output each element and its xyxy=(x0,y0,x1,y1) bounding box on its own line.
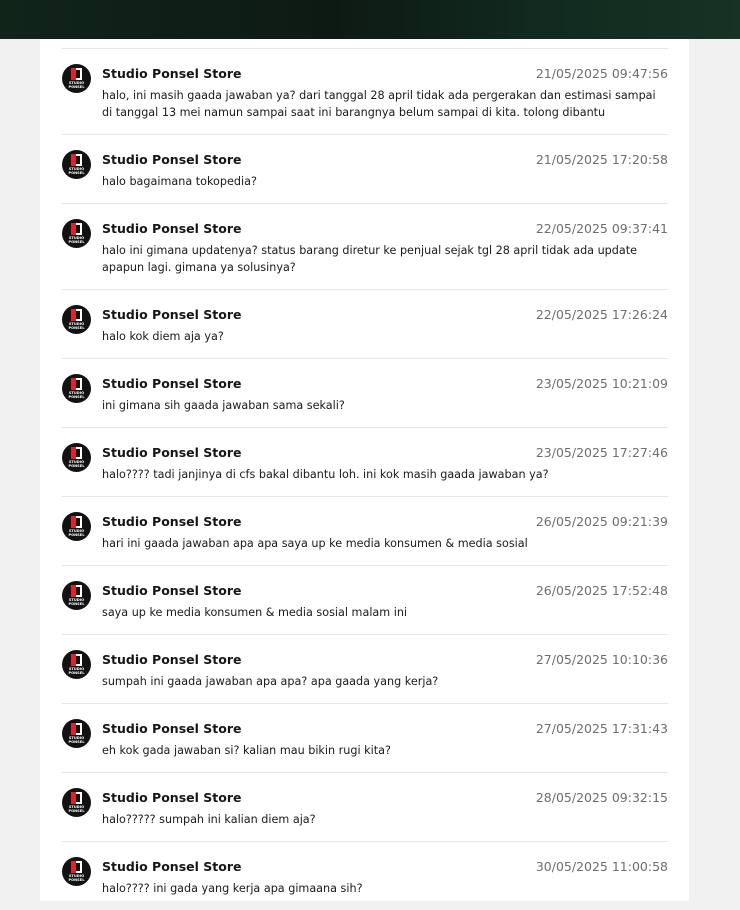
svg-text:PONSEL: PONSEL xyxy=(68,602,85,606)
message-timestamp: 21/05/2025 09:47:56 xyxy=(535,66,668,81)
message-timestamp: 23/05/2025 10:21:09 xyxy=(535,376,668,391)
message-item: STUDIO PONSEL Studio Ponsel Store 26/05/… xyxy=(62,565,668,634)
avatar[interactable]: STUDIO PONSEL xyxy=(62,64,91,93)
message-text: halo ini gimana updatenya? status barang… xyxy=(102,244,638,274)
message-text: saya up ke media konsumen & media sosial… xyxy=(102,606,408,619)
message-text: halo bagaimana tokopedia? xyxy=(102,175,257,188)
studio-ponsel-logo-icon: STUDIO PONSEL xyxy=(68,223,85,244)
studio-ponsel-logo-icon: STUDIO PONSEL xyxy=(68,723,85,744)
message-item: STUDIO PONSEL Studio Ponsel Store 23/05/… xyxy=(62,427,668,496)
message-timestamp: 22/05/2025 17:26:24 xyxy=(535,307,668,322)
message-timestamp: 26/05/2025 09:21:39 xyxy=(535,514,668,529)
svg-text:PONSEL: PONSEL xyxy=(68,740,85,744)
svg-text:PONSEL: PONSEL xyxy=(68,395,85,399)
sender-name: Studio Ponsel Store xyxy=(102,307,242,322)
message-timestamp: 23/05/2025 17:27:46 xyxy=(535,445,668,460)
sender-name: Studio Ponsel Store xyxy=(102,221,242,236)
studio-ponsel-logo-icon: STUDIO PONSEL xyxy=(68,309,85,330)
message-timestamp: 22/05/2025 09:37:41 xyxy=(535,221,668,236)
message-item: STUDIO PONSEL Studio Ponsel Store 22/05/… xyxy=(62,289,668,358)
studio-ponsel-logo-icon: STUDIO PONSEL xyxy=(68,861,85,882)
sender-name: Studio Ponsel Store xyxy=(102,583,242,598)
message-text: halo, ini masih gaada jawaban ya? dari t… xyxy=(102,89,656,119)
message-text: halo kok diem aja ya? xyxy=(102,330,224,343)
svg-text:PONSEL: PONSEL xyxy=(68,85,85,89)
message-item: STUDIO PONSEL Studio Ponsel Store 21/05/… xyxy=(62,48,668,134)
studio-ponsel-logo-icon: STUDIO PONSEL xyxy=(68,378,85,399)
top-header-bar xyxy=(0,0,740,39)
avatar[interactable]: STUDIO PONSEL xyxy=(62,788,91,817)
message-timestamp: 30/05/2025 11:00:58 xyxy=(535,859,668,874)
message-item: STUDIO PONSEL Studio Ponsel Store 23/05/… xyxy=(62,358,668,427)
message-item: STUDIO PONSEL Studio Ponsel Store 28/05/… xyxy=(62,772,668,841)
avatar[interactable]: STUDIO PONSEL xyxy=(62,719,91,748)
avatar[interactable]: STUDIO PONSEL xyxy=(62,650,91,679)
message-item: STUDIO PONSEL Studio Ponsel Store 30/05/… xyxy=(62,841,668,910)
sender-name: Studio Ponsel Store xyxy=(102,721,242,736)
message-text: sumpah ini gaada jawaban apa apa? apa ga… xyxy=(102,675,439,688)
message-timestamp: 28/05/2025 09:32:15 xyxy=(535,790,668,805)
message-item: STUDIO PONSEL Studio Ponsel Store 21/05/… xyxy=(62,134,668,203)
sender-name: Studio Ponsel Store xyxy=(102,376,242,391)
svg-text:PONSEL: PONSEL xyxy=(68,533,85,537)
message-text: ini gimana sih gaada jawaban sama sekali… xyxy=(102,399,345,412)
message-timestamp: 27/05/2025 10:10:36 xyxy=(535,652,668,667)
sender-name: Studio Ponsel Store xyxy=(102,790,242,805)
svg-text:PONSEL: PONSEL xyxy=(68,671,85,675)
studio-ponsel-logo-icon: STUDIO PONSEL xyxy=(68,516,85,537)
avatar[interactable]: STUDIO PONSEL xyxy=(62,512,91,541)
studio-ponsel-logo-icon: STUDIO PONSEL xyxy=(68,585,85,606)
message-timestamp: 21/05/2025 17:20:58 xyxy=(535,152,668,167)
avatar[interactable]: STUDIO PONSEL xyxy=(62,443,91,472)
studio-ponsel-logo-icon: STUDIO PONSEL xyxy=(68,68,85,89)
message-list: STUDIO PONSEL Studio Ponsel Store 21/05/… xyxy=(62,48,668,910)
svg-text:PONSEL: PONSEL xyxy=(68,809,85,813)
studio-ponsel-logo-icon: STUDIO PONSEL xyxy=(68,654,85,675)
message-item: STUDIO PONSEL Studio Ponsel Store 22/05/… xyxy=(62,203,668,289)
studio-ponsel-logo-icon: STUDIO PONSEL xyxy=(68,154,85,175)
avatar[interactable]: STUDIO PONSEL xyxy=(62,374,91,403)
message-item: STUDIO PONSEL Studio Ponsel Store 26/05/… xyxy=(62,496,668,565)
avatar[interactable]: STUDIO PONSEL xyxy=(62,219,91,248)
sender-name: Studio Ponsel Store xyxy=(102,514,242,529)
studio-ponsel-logo-icon: STUDIO PONSEL xyxy=(68,792,85,813)
message-text: hari ini gaada jawaban apa apa saya up k… xyxy=(102,537,528,550)
sender-name: Studio Ponsel Store xyxy=(102,152,242,167)
message-text: eh kok gada jawaban si? kalian mau bikin… xyxy=(102,744,391,757)
message-timestamp: 26/05/2025 17:52:48 xyxy=(535,583,668,598)
svg-text:PONSEL: PONSEL xyxy=(68,240,85,244)
sender-name: Studio Ponsel Store xyxy=(102,66,242,81)
studio-ponsel-logo-icon: STUDIO PONSEL xyxy=(68,447,85,468)
message-item: STUDIO PONSEL Studio Ponsel Store 27/05/… xyxy=(62,703,668,772)
avatar[interactable]: STUDIO PONSEL xyxy=(62,581,91,610)
message-text: halo???? ini gada yang kerja apa gimaana… xyxy=(102,882,363,895)
sender-name: Studio Ponsel Store xyxy=(102,859,242,874)
avatar[interactable]: STUDIO PONSEL xyxy=(62,857,91,886)
message-item: STUDIO PONSEL Studio Ponsel Store 27/05/… xyxy=(62,634,668,703)
sender-name: Studio Ponsel Store xyxy=(102,652,242,667)
svg-text:PONSEL: PONSEL xyxy=(68,464,85,468)
svg-text:PONSEL: PONSEL xyxy=(68,326,85,330)
svg-text:PONSEL: PONSEL xyxy=(68,878,85,882)
avatar[interactable]: STUDIO PONSEL xyxy=(62,305,91,334)
message-text: halo???? tadi janjinya di cfs bakal diba… xyxy=(102,468,549,481)
sender-name: Studio Ponsel Store xyxy=(102,445,242,460)
svg-text:PONSEL: PONSEL xyxy=(68,171,85,175)
message-text: halo????? sumpah ini kalian diem aja? xyxy=(102,813,316,826)
message-timestamp: 27/05/2025 17:31:43 xyxy=(535,721,668,736)
avatar[interactable]: STUDIO PONSEL xyxy=(62,150,91,179)
